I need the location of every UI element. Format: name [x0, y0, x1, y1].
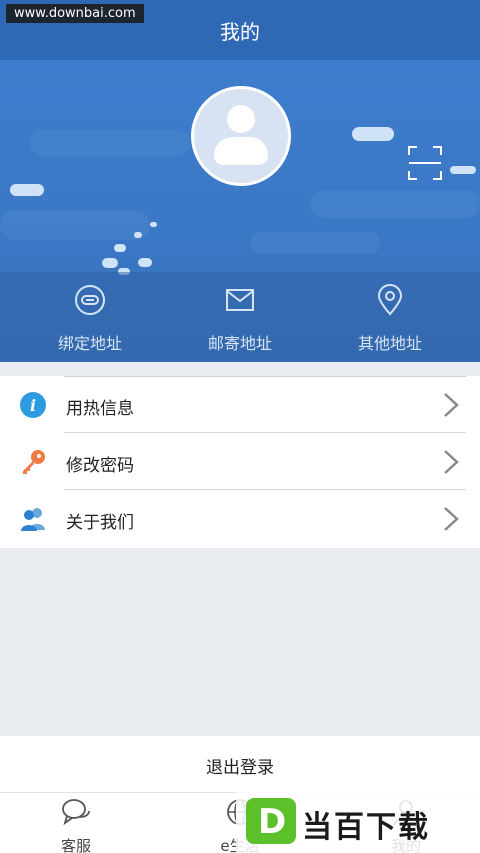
bind-address-button[interactable]: 绑定地址: [20, 284, 160, 354]
chevron-right-icon: [444, 393, 459, 417]
avatar-body-shape: [214, 137, 268, 165]
brand-logo-letter: D: [258, 802, 287, 842]
cloud-decoration: [10, 184, 44, 196]
brand-logo: D: [246, 798, 296, 844]
cloud-decoration: [114, 244, 126, 252]
mail-icon: [226, 289, 254, 311]
chat-icon: [62, 799, 90, 826]
link-icon: [75, 285, 105, 315]
brand-watermark: D 当百下载: [236, 792, 480, 853]
chevron-right-icon: [444, 507, 459, 531]
menu-item-about-us[interactable]: 关于我们: [0, 490, 480, 547]
logout-label: 退出登录: [206, 758, 274, 778]
divider: [64, 376, 466, 377]
menu-item-change-password[interactable]: 修改密码: [0, 433, 480, 490]
menu-item-label: 关于我们: [66, 513, 134, 533]
cloud-decoration: [150, 222, 157, 227]
cloud-decoration: [30, 130, 190, 156]
cloud-decoration: [0, 210, 150, 240]
cloud-decoration: [352, 127, 394, 141]
scan-icon[interactable]: [408, 146, 442, 180]
profile-hero: www.downbai.com 我的 绑定地址 邮寄地址 其他地址: [0, 0, 480, 362]
mail-address-button[interactable]: 邮寄地址: [170, 284, 310, 354]
avatar-head-shape: [227, 105, 255, 133]
other-address-button[interactable]: 其他地址: [320, 284, 460, 354]
menu-item-label: 修改密码: [66, 456, 134, 476]
tab-label: 客服: [60, 837, 91, 853]
avatar[interactable]: [191, 86, 291, 186]
page-title: 我的: [220, 20, 260, 44]
cloud-decoration: [310, 190, 480, 218]
tab-customer-service[interactable]: 客服: [16, 797, 136, 853]
cloud-decoration: [102, 258, 118, 268]
info-icon: i: [20, 392, 46, 418]
cloud-decoration: [138, 258, 152, 267]
address-actions: 绑定地址 邮寄地址 其他地址: [0, 272, 480, 362]
cloud-decoration: [250, 232, 380, 254]
brand-watermark-text: 当百下载: [302, 810, 430, 845]
cloud-decoration: [134, 232, 142, 238]
location-pin-icon: [377, 284, 403, 316]
logout-button[interactable]: 退出登录: [0, 736, 480, 792]
settings-menu: i 用热信息 修改密码 关于我们: [0, 376, 480, 548]
cloud-decoration: [450, 166, 476, 174]
other-address-label: 其他地址: [357, 334, 422, 353]
bind-address-label: 绑定地址: [57, 334, 122, 353]
chevron-right-icon: [444, 450, 459, 474]
users-icon: [21, 508, 45, 531]
menu-item-heating-info[interactable]: i 用热信息: [0, 376, 480, 433]
mail-address-label: 邮寄地址: [207, 334, 272, 353]
menu-item-label: 用热信息: [66, 399, 134, 419]
svg-text:i: i: [30, 396, 36, 415]
key-icon: [23, 450, 45, 474]
